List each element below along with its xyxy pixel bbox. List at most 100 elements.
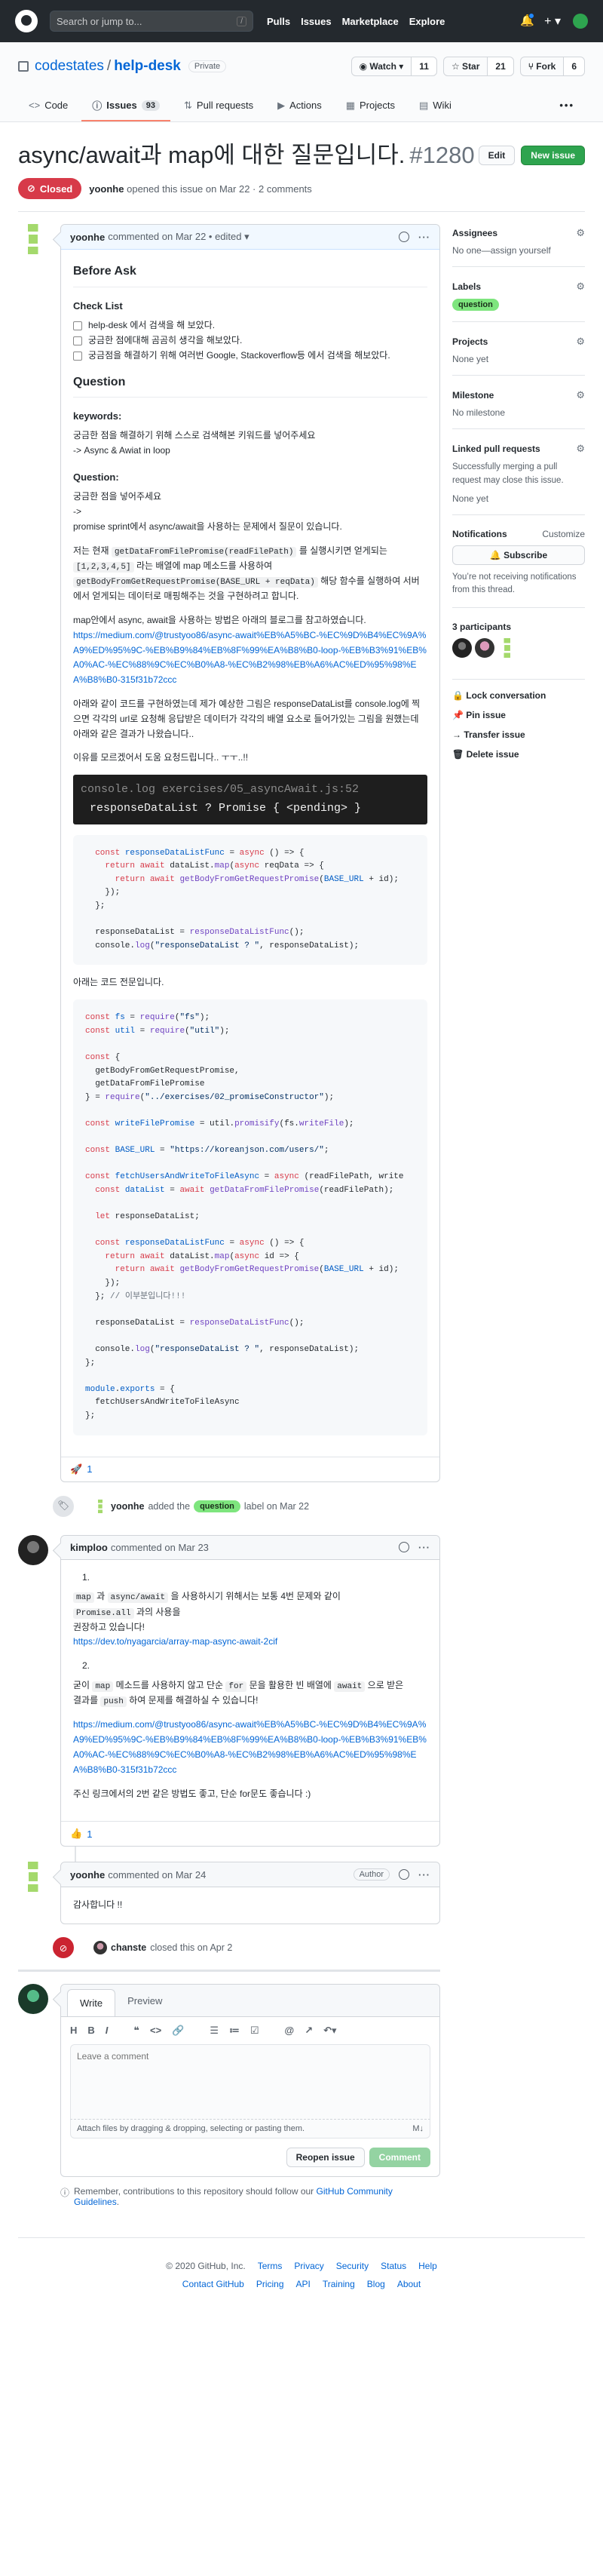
watch-button[interactable]: ◉ Watch ▾ 11	[350, 57, 437, 76]
footer-link-contact[interactable]: Contact GitHub	[182, 2279, 244, 2289]
comment-author[interactable]: kimploo	[70, 1542, 108, 1553]
footer-link-help[interactable]: Help	[418, 2261, 437, 2271]
search-input[interactable]: Search or jump to... /	[50, 11, 253, 32]
nav-marketplace[interactable]: Marketplace	[342, 16, 399, 27]
fork-button[interactable]: ⑂ Fork 6	[519, 57, 585, 76]
footer-link-about[interactable]: About	[397, 2279, 421, 2289]
rocket-reaction-icon[interactable]: 🚀	[70, 1463, 82, 1475]
nav-explore[interactable]: Explore	[409, 16, 445, 27]
footer-link-pricing[interactable]: Pricing	[256, 2279, 284, 2289]
footer-link-training[interactable]: Training	[323, 2279, 355, 2289]
lock-conversation-button[interactable]: 🔒 Lock conversation	[452, 690, 585, 701]
comment-options-icon[interactable]: ···	[418, 1542, 430, 1553]
delete-issue-button[interactable]: 🗑 Delete issue	[452, 749, 585, 760]
blog-link[interactable]: https://medium.com/@trustyoo86/async-awa…	[73, 630, 427, 685]
nav-pulls[interactable]: Pulls	[267, 16, 290, 27]
bold-icon[interactable]: B	[87, 2025, 94, 2037]
assignees-value[interactable]: No one—assign yourself	[452, 245, 585, 256]
comment-options-icon[interactable]: ···	[418, 232, 430, 243]
customize-link[interactable]: Customize	[542, 529, 585, 539]
participant-avatar[interactable]	[497, 638, 517, 659]
repo-owner-link[interactable]: codestates	[35, 58, 104, 74]
avatar[interactable]	[93, 1941, 107, 1955]
fork-count[interactable]: 6	[564, 57, 584, 75]
code-icon[interactable]: <>	[150, 2025, 161, 2037]
star-count[interactable]: 21	[488, 57, 513, 75]
numbered-list-icon[interactable]: ≔	[229, 2025, 240, 2037]
reaction-count[interactable]: 1	[87, 1828, 92, 1840]
italic-icon[interactable]: I	[106, 2025, 109, 2037]
comment-button[interactable]: Comment	[369, 2148, 430, 2168]
avatar[interactable]	[18, 224, 48, 255]
avatar[interactable]	[18, 1984, 48, 2015]
comment-meta[interactable]: commented on Mar 22 • edited ▾	[108, 231, 249, 243]
issue-author[interactable]: yoonhe	[89, 183, 124, 195]
footer-link-security[interactable]: Security	[336, 2261, 369, 2271]
gear-icon[interactable]: ⚙	[576, 227, 585, 239]
footer-link-api[interactable]: API	[296, 2279, 311, 2289]
question-label[interactable]: question	[452, 299, 499, 312]
gear-icon[interactable]: ⚙	[576, 443, 585, 455]
add-reaction-icon[interactable]	[399, 232, 409, 243]
footer-link-blog[interactable]: Blog	[367, 2279, 385, 2289]
avatar[interactable]	[93, 1499, 107, 1513]
footer-link-privacy[interactable]: Privacy	[294, 2261, 323, 2271]
heading-icon[interactable]: H	[70, 2025, 77, 2037]
comment-options-icon[interactable]: ···	[418, 1869, 430, 1881]
gear-icon[interactable]: ⚙	[576, 281, 585, 293]
new-issue-button[interactable]: New issue	[521, 146, 585, 166]
transfer-issue-button[interactable]: → Transfer issue	[452, 729, 585, 740]
subscribe-button[interactable]: 🔔 Subscribe	[452, 545, 585, 565]
comment-meta[interactable]: commented on Mar 23	[111, 1542, 209, 1553]
avatar[interactable]	[18, 1534, 48, 1565]
event-actor[interactable]: yoonhe	[111, 1501, 144, 1512]
participant-avatar[interactable]	[475, 638, 494, 659]
question-label[interactable]: question	[194, 1500, 240, 1512]
tab-wiki[interactable]: ▤ Wiki	[409, 91, 462, 121]
quote-icon[interactable]: ❝	[133, 2025, 139, 2037]
more-tabs-icon[interactable]: •••	[549, 91, 585, 121]
watch-count[interactable]: 11	[412, 57, 436, 75]
avatar[interactable]	[18, 1862, 48, 1893]
task-checkbox[interactable]	[73, 336, 82, 345]
reference-icon[interactable]: ↗	[305, 2025, 313, 2037]
footer-link-terms[interactable]: Terms	[258, 2261, 283, 2271]
event-actor[interactable]: chanste	[111, 1942, 146, 1953]
mention-icon[interactable]: @	[285, 2025, 295, 2037]
task-checkbox[interactable]	[73, 351, 82, 361]
footer-link-status[interactable]: Status	[381, 2261, 406, 2271]
add-reaction-icon[interactable]	[399, 1869, 409, 1881]
star-button[interactable]: ☆ Star 21	[442, 57, 514, 76]
tab-actions[interactable]: ▶ Actions	[267, 91, 332, 121]
bullet-list-icon[interactable]: ☰	[210, 2025, 219, 2037]
saved-replies-icon[interactable]: ↶▾	[323, 2025, 336, 2037]
create-new-menu[interactable]: + ▾	[544, 14, 561, 29]
github-logo-icon[interactable]	[15, 10, 38, 32]
reopen-issue-button[interactable]: Reopen issue	[286, 2148, 365, 2168]
nav-issues[interactable]: Issues	[301, 16, 331, 27]
user-avatar[interactable]	[573, 14, 588, 29]
tab-projects[interactable]: ▦ Projects	[335, 91, 406, 121]
thumbs-up-reaction-icon[interactable]: 👍	[70, 1828, 82, 1840]
repo-name-link[interactable]: help-desk	[114, 58, 181, 74]
tab-write[interactable]: Write	[67, 1989, 116, 2017]
attach-files-bar[interactable]: Attach files by dragging & dropping, sel…	[70, 2120, 430, 2139]
add-reaction-icon[interactable]	[399, 1542, 409, 1553]
pin-issue-button[interactable]: 📌 Pin issue	[452, 710, 585, 720]
tab-pull-requests[interactable]: ⇅ Pull requests	[173, 91, 264, 121]
link-icon[interactable]: 🔗	[172, 2025, 184, 2037]
gear-icon[interactable]: ⚙	[576, 336, 585, 348]
participant-avatar[interactable]	[452, 638, 472, 659]
comment-author[interactable]: yoonhe	[70, 232, 105, 243]
task-list-icon[interactable]: ☑	[250, 2025, 259, 2037]
markdown-icon[interactable]: M↓	[412, 2124, 424, 2133]
comment-author[interactable]: yoonhe	[70, 1869, 105, 1881]
tab-code[interactable]: <> Code	[18, 91, 78, 121]
blog-link[interactable]: https://medium.com/@trustyoo86/async-awa…	[73, 1719, 427, 1774]
tab-preview[interactable]: Preview	[115, 1988, 174, 2014]
comment-textarea[interactable]	[70, 2044, 430, 2120]
devto-link[interactable]: https://dev.to/nyagarcia/array-map-async…	[73, 1636, 277, 1647]
edit-title-button[interactable]: Edit	[478, 146, 516, 166]
gear-icon[interactable]: ⚙	[576, 389, 585, 401]
task-checkbox[interactable]	[73, 321, 82, 331]
